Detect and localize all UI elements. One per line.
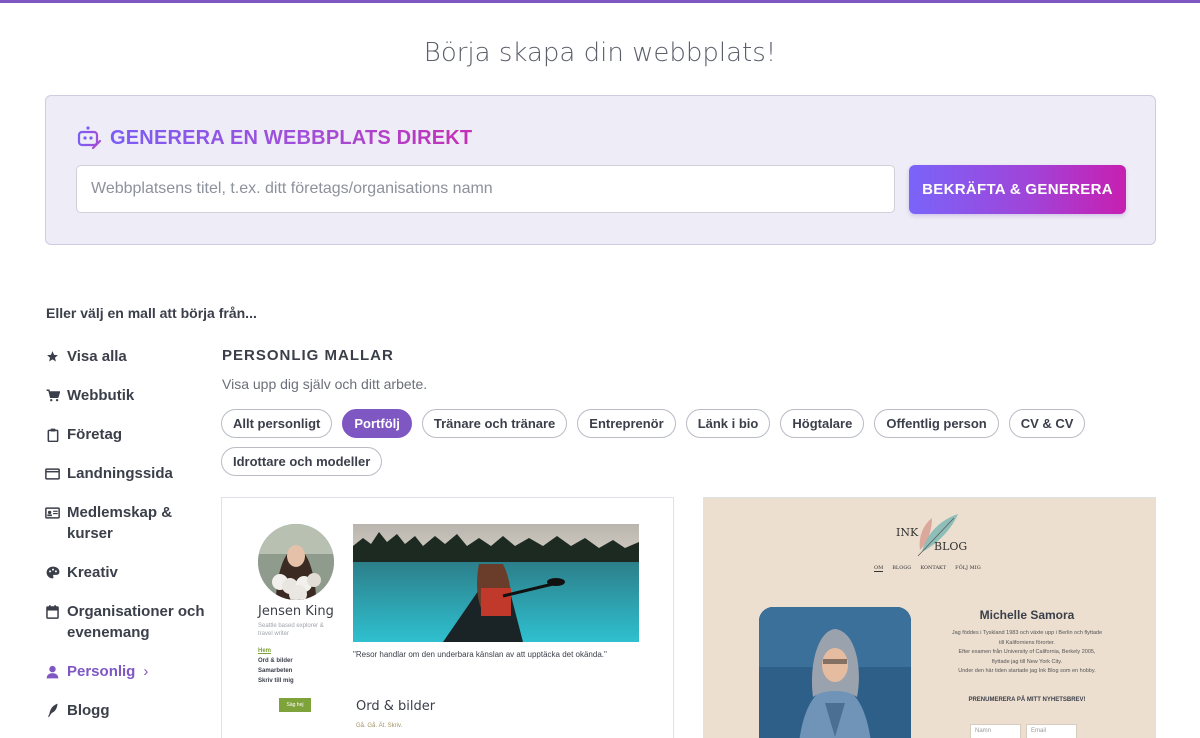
avatar (258, 524, 334, 600)
template-bio: Jag föddes i Tyskland 1983 och växte upp… (951, 630, 1103, 674)
sidebar-item-foretag[interactable]: Företag (45, 424, 205, 445)
sidebar-item-blogg[interactable]: Blogg (45, 700, 205, 721)
chip-idrottare[interactable]: Idrottare och modeller (221, 447, 383, 476)
template-portrait-image (759, 607, 911, 738)
sidebar-item-landningssida[interactable]: Landningssida (45, 463, 205, 484)
chip-entreprenor[interactable]: Entreprenör (577, 409, 676, 438)
template-nav-item: Skriv till mig (258, 678, 294, 684)
sidebar-item-kreativ[interactable]: Kreativ (45, 562, 205, 583)
chip-tranare[interactable]: Tränare och tränare (421, 409, 568, 438)
chip-hogtalare[interactable]: Högtalare (780, 409, 865, 438)
id-card-icon (45, 505, 60, 520)
sidebar-item-label: Landningssida (67, 465, 173, 482)
calendar-icon (45, 604, 60, 619)
template-section-subtitle: Gå. Gå. Ät. Skriv. (356, 723, 403, 729)
template-nav-item: KONTAKT (920, 565, 947, 571)
template-nav-item: BLOGG (892, 565, 912, 571)
generator-panel: GENERERA EN WEBBPLATS DIREKT BEKRÄFTA & … (45, 95, 1156, 245)
sidebar-item-label: Personlig (67, 663, 136, 680)
sidebar-item-personlig[interactable]: Personlig › (45, 661, 205, 682)
sidebar-item-medlemskap[interactable]: Medlemskap & kurser (45, 502, 205, 544)
template-say-hi-button: Säg hej (279, 698, 311, 712)
sidebar-item-label: Visa alla (67, 348, 127, 365)
chevron-right-icon: › (143, 663, 149, 680)
template-section-title: Ord & bilder (356, 699, 436, 714)
template-card-jensen-king[interactable]: Jensen King Seattle based explorer & tra… (221, 497, 674, 738)
confirm-generate-button[interactable]: BEKRÄFTA & GENERERA (909, 165, 1126, 214)
choose-template-heading: Eller välj en mall att börja från... (46, 305, 257, 321)
template-nav-item: Hem (258, 648, 272, 654)
template-quote: "Resor handlar om den underbara känslan … (353, 650, 607, 659)
template-tagline: Seattle based explorer & travel writer (258, 623, 324, 637)
ink-blog-logo: INK BLOG (866, 512, 968, 558)
clipboard-icon (45, 427, 60, 442)
logo-word-ink: INK (896, 526, 919, 539)
chip-cv[interactable]: CV & CV (1008, 409, 1086, 438)
template-name-field: Namn (970, 724, 1021, 738)
quill-icon (45, 703, 60, 718)
sidebar-item-label: Kreativ (67, 564, 118, 581)
sidebar-item-organisationer[interactable]: Organisationer och evenemang (45, 601, 205, 643)
sidebar-item-label: Organisationer och evenemang (67, 603, 205, 641)
logo-word-blog: BLOG (934, 540, 968, 553)
cart-icon (45, 388, 60, 403)
template-email-field: Email (1026, 724, 1077, 738)
category-title: PERSONLIG MALLAR (222, 347, 394, 364)
palette-icon (45, 565, 60, 580)
template-nav-item: Ord & bilder (258, 658, 293, 664)
sidebar-item-label: Medlemskap & kurser (67, 504, 173, 542)
robot-icon (75, 126, 102, 150)
sidebar-item-visa-alla[interactable]: Visa alla (45, 346, 205, 367)
chip-portfolj[interactable]: Portfölj (342, 409, 412, 438)
template-nav: Hem Ord & bilder Samarbeten Skriv till m… (258, 646, 294, 686)
browser-window-icon (45, 466, 60, 481)
template-nav-item: OM (874, 565, 884, 572)
generator-header: GENERERA EN WEBBPLATS DIREKT (75, 126, 473, 150)
top-accent-line (0, 0, 1200, 3)
sidebar-item-label: Webbutik (67, 387, 135, 404)
template-newsletter-heading: PRENUMERERA PÅ MITT NYHETSBREV! (968, 697, 1086, 703)
chip-lank-i-bio[interactable]: Länk i bio (685, 409, 771, 438)
sidebar-item-label: Företag (67, 426, 123, 443)
template-nav-item: FÖLJ MIG (955, 565, 981, 571)
sidebar-item-webbutik[interactable]: Webbutik (45, 385, 205, 406)
template-person-name: Michelle Samora (979, 608, 1075, 622)
template-person-name: Jensen King (258, 604, 334, 619)
template-nav-item: Samarbeten (258, 668, 293, 674)
template-card-ink-blog[interactable]: INK BLOG OM BLOGG KONTAKT FÖLJ MIG Miche… (703, 497, 1156, 738)
website-title-input[interactable] (76, 165, 895, 213)
person-icon (45, 664, 60, 679)
page-title: Börja skapa din webbplats! (423, 38, 777, 68)
category-sidebar: Visa alla Webbutik Företag Landningssida… (45, 346, 205, 738)
category-subtitle: Visa upp dig själv och ditt arbete. (222, 376, 428, 392)
generator-title: GENERERA EN WEBBPLATS DIREKT (110, 126, 473, 149)
chip-offentlig-person[interactable]: Offentlig person (874, 409, 999, 438)
star-icon (45, 349, 60, 364)
filter-chips: Allt personligt Portfölj Tränare och trä… (221, 409, 1091, 476)
template-hero-image (353, 524, 639, 642)
template-nav: OM BLOGG KONTAKT FÖLJ MIG (874, 565, 981, 572)
chip-allt-personligt[interactable]: Allt personligt (221, 409, 333, 438)
sidebar-item-label: Blogg (67, 702, 110, 719)
